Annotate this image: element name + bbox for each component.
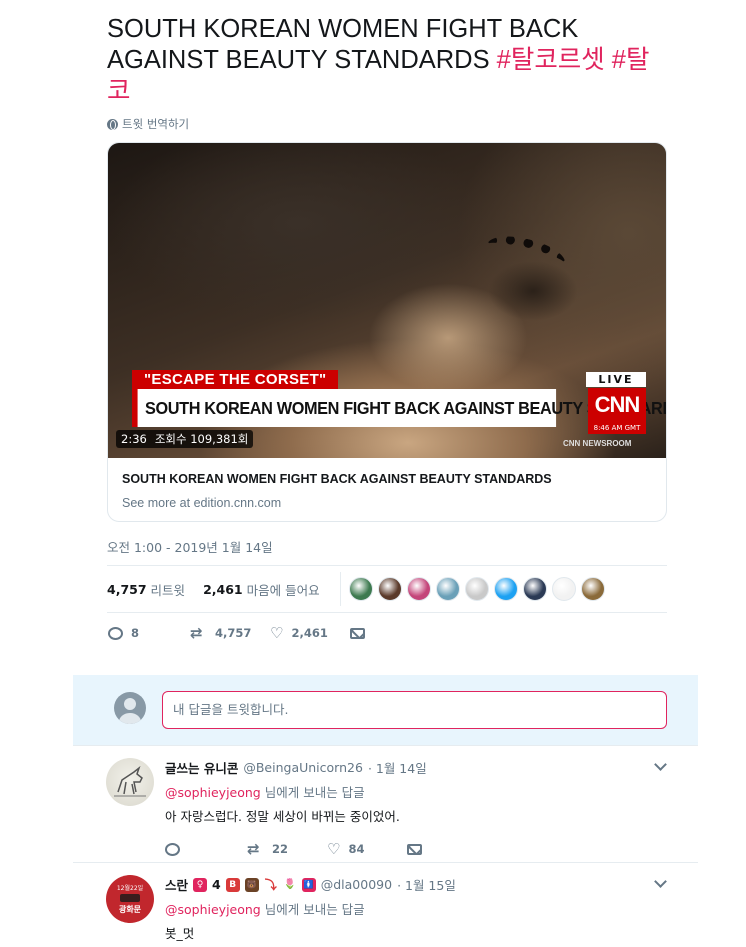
mention-link[interactable]: @sophieyjeong — [165, 902, 261, 917]
reply-context-suffix: 님에게 보내는 답글 — [260, 785, 365, 800]
translate-label: 트윗 번역하기 — [122, 117, 190, 131]
card-domain: See more at edition.cnn.com — [122, 496, 282, 510]
retweet-icon: ⇄ — [247, 840, 260, 858]
like-button[interactable]: ♡ 84 — [327, 840, 407, 858]
liker-avatar[interactable] — [523, 577, 547, 601]
tweet-actions: 8 ⇄ 4,757 ♡ 2,461 — [108, 624, 365, 642]
reply-date[interactable]: · 1월 14일 — [368, 758, 427, 777]
reply-author-handle[interactable]: @dla00090 — [321, 877, 392, 892]
video-duration: 2:36 — [121, 432, 147, 446]
video-escape-tag: "ESCAPE THE CORSET" — [132, 370, 339, 390]
heart-icon: ♡ — [270, 624, 284, 642]
reply-icon — [108, 626, 123, 640]
translate-tweet-link[interactable]: 트윗 번역하기 — [107, 116, 189, 132]
bear-emoji: 🐻 — [244, 877, 259, 892]
hashtag-link[interactable]: #탈코르셋 — [497, 46, 605, 74]
reply-text: 봇_멋 — [165, 926, 195, 941]
reply-tweet[interactable]: 12월22일 광화문 스란 ♀ 4 B 🐻 ⤵ 🌷 🚺 @dla00090 · … — [73, 862, 698, 947]
liker-avatar[interactable] — [494, 577, 518, 601]
like-count[interactable]: 2,461 — [203, 582, 243, 597]
avatar[interactable] — [106, 758, 154, 806]
direct-message-button[interactable] — [407, 843, 422, 855]
reply-author-handle[interactable]: @BeingaUnicorn26 — [243, 760, 363, 775]
reply-count: 8 — [131, 626, 140, 640]
reply-button[interactable] — [165, 842, 247, 856]
reply-author-name[interactable]: 글쓰는 유니콘 — [165, 758, 238, 777]
like-action-count: 2,461 — [291, 626, 328, 640]
liker-avatar[interactable] — [378, 577, 402, 601]
liker-avatar[interactable] — [349, 577, 373, 601]
tweet-text: SOUTH KOREAN WOMEN FIGHT BACK AGAINST BE… — [107, 14, 667, 107]
stats-separator — [340, 572, 341, 606]
envelope-icon — [407, 843, 422, 855]
video-duration-badge: 2:36 조회수 109,381회 — [116, 430, 254, 448]
name-badge-number: 4 — [212, 877, 221, 892]
broadcast-clock: 8:46 AM GMT — [588, 422, 646, 434]
video-headline: SOUTH KOREAN WOMEN FIGHT BACK AGAINST BE… — [132, 389, 666, 427]
retweet-action-count: 4,757 — [215, 626, 252, 640]
link-card[interactable]: "ESCAPE THE CORSET" SOUTH KOREAN WOMEN F… — [107, 142, 667, 522]
divider — [107, 612, 667, 613]
avatar-date: 12월22일 — [116, 885, 144, 892]
reply-input[interactable]: 내 답글을 트윗합니다. — [162, 691, 667, 729]
avatar-emblem — [120, 894, 140, 902]
card-meta[interactable]: SOUTH KOREAN WOMEN FIGHT BACK AGAINST BE… — [108, 458, 666, 510]
envelope-icon — [350, 627, 365, 639]
retweet-count[interactable]: 4,757 — [107, 582, 147, 597]
reply-author-name[interactable]: 스란 — [165, 875, 188, 894]
liker-avatars — [349, 577, 605, 601]
liker-avatar[interactable] — [436, 577, 460, 601]
female-sign-badge: ♀ — [193, 877, 208, 892]
reply-button[interactable]: 8 — [108, 626, 190, 640]
reply-tweet[interactable]: 글쓰는 유니콘 @BeingaUnicorn26 · 1월 14일 @sophi… — [73, 745, 698, 862]
globe-icon — [107, 118, 118, 130]
tweet-stats: 4,757 리트윗 2,461 마음에 들어요 — [107, 580, 320, 599]
arrow-emoji: ⤵ — [264, 877, 277, 892]
cnn-logo: CNN — [588, 388, 646, 422]
direct-message-button[interactable] — [350, 627, 365, 639]
liker-avatar[interactable] — [407, 577, 431, 601]
live-badge: LIVE — [586, 372, 646, 387]
unicorn-image — [114, 765, 146, 797]
reply-context: @sophieyjeong 님에게 보내는 답글 — [165, 782, 665, 801]
retweet-icon: ⇄ — [190, 624, 203, 642]
liker-avatar[interactable] — [465, 577, 489, 601]
reply-date[interactable]: · 1월 15일 — [397, 875, 456, 894]
b-badge: B — [225, 877, 240, 892]
reply-composer: 내 답글을 트윗합니다. — [73, 675, 698, 745]
tweet-timestamp[interactable]: 오전 1:00 - 2019년 1월 14일 — [107, 537, 273, 556]
avatar[interactable] — [114, 692, 146, 724]
retweet-button[interactable]: ⇄ 22 — [247, 840, 327, 858]
liker-avatar[interactable] — [581, 577, 605, 601]
reply-text: 아 자랑스럽다. 정말 세상이 바뀌는 중이었어. — [165, 809, 400, 824]
heart-icon: ♡ — [327, 840, 341, 858]
like-label[interactable]: 마음에 들어요 — [247, 580, 320, 599]
reply-header: 글쓰는 유니콘 @BeingaUnicorn26 · 1월 14일 — [165, 758, 665, 777]
newsroom-label: CNN NEWSROOM — [563, 439, 632, 448]
mention-link[interactable]: @sophieyjeong — [165, 785, 261, 800]
reply-body: 글쓰는 유니콘 @BeingaUnicorn26 · 1월 14일 @sophi… — [165, 758, 665, 858]
retweet-label[interactable]: 리트윗 — [151, 580, 186, 599]
reply-header: 스란 ♀ 4 B 🐻 ⤵ 🌷 🚺 @dla00090 · 1월 15일 — [165, 875, 665, 894]
reply-context-suffix: 님에게 보내는 답글 — [260, 902, 365, 917]
retweet-button[interactable]: ⇄ 4,757 — [190, 624, 270, 642]
tulip-emoji: 🌷 — [283, 878, 296, 890]
avatar[interactable]: 12월22일 광화문 — [106, 875, 154, 923]
liker-avatar[interactable] — [552, 577, 576, 601]
reply-icon — [165, 842, 180, 856]
like-action-count: 84 — [348, 842, 365, 856]
card-title: SOUTH KOREAN WOMEN FIGHT BACK AGAINST BE… — [122, 472, 552, 486]
reply-context: @sophieyjeong 님에게 보내는 답글 — [165, 899, 665, 918]
divider — [107, 565, 667, 566]
avatar-place: 광화문 — [118, 905, 142, 914]
retweet-action-count: 22 — [272, 842, 289, 856]
like-button[interactable]: ♡ 2,461 — [270, 624, 350, 642]
video-views: 조회수 109,381회 — [154, 432, 249, 446]
reply-actions: ⇄ 22 ♡ 84 — [165, 840, 665, 858]
video-player[interactable]: "ESCAPE THE CORSET" SOUTH KOREAN WOMEN F… — [108, 143, 666, 458]
womens-room-emoji: 🚺 — [301, 877, 316, 892]
reply-body: 스란 ♀ 4 B 🐻 ⤵ 🌷 🚺 @dla00090 · 1월 15일 @sop… — [165, 875, 665, 942]
